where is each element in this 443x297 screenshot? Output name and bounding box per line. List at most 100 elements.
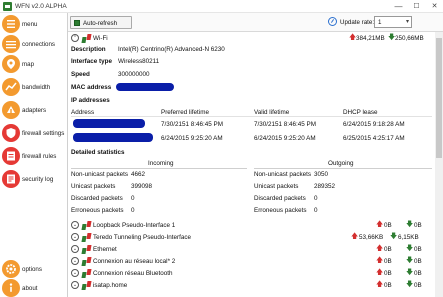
chevron-down-icon[interactable]: ⌄: [71, 233, 79, 241]
connections-icon: [2, 35, 20, 53]
menu-icon: [2, 15, 20, 33]
firewall-settings-icon: [2, 124, 20, 142]
preferred-lifetime: 6/24/2015 9:25:20 AM: [161, 135, 223, 142]
list-item[interactable]: ⌄ isatap.home 🡅 0B 🡇 0B: [68, 280, 435, 291]
sidebar-item-label: adapters: [22, 107, 47, 114]
description-label: Description: [71, 46, 106, 53]
adapters-list: ⌃ Wi-Fi 🡅 384,21MB 🡇 250,66MB Descriptio…: [68, 32, 435, 297]
list-item[interactable]: ⌄ Teredo Tunneling Pseudo-Interface 🡅 53…: [68, 232, 435, 243]
sidebar-item-bandwidth[interactable]: bandwidth: [0, 76, 68, 100]
collapse-chevron-icon[interactable]: ⌃: [71, 34, 79, 42]
stat-value: 0: [131, 195, 135, 202]
adapter-name: Wi-Fi: [93, 35, 108, 42]
download-arrow-icon: 🡇: [406, 281, 414, 288]
update-rate-select[interactable]: 1 ▾: [374, 16, 412, 28]
chevron-down-icon[interactable]: ⌄: [71, 221, 79, 229]
network-activity-icon: [81, 269, 92, 278]
valid-lifetime: 7/30/2151 8:46:45 PM: [254, 121, 316, 128]
sidebar-item-label: bandwidth: [22, 84, 51, 91]
column-header: Valid lifetime: [254, 109, 290, 116]
bandwidth-icon: [2, 78, 20, 96]
chevron-down-icon: ▾: [405, 19, 409, 25]
adapter-upload: 0B: [384, 258, 392, 265]
gear-icon: [2, 260, 20, 278]
close-button[interactable]: ✕: [426, 0, 443, 13]
sidebar: menu connections map bandwidth adapters …: [0, 13, 68, 297]
network-activity-icon: [81, 257, 92, 266]
adapter-download: 0B: [414, 270, 422, 277]
stat-label: Unicast packets: [254, 183, 299, 190]
divider: [71, 168, 247, 169]
interface-type-value: Wireless80211: [118, 58, 160, 65]
sidebar-item-label: about: [22, 285, 38, 292]
sidebar-item-about[interactable]: about: [0, 277, 68, 297]
chevron-down-icon[interactable]: ⌄: [71, 281, 79, 289]
maximize-button[interactable]: ☐: [408, 0, 425, 13]
network-activity-icon: [81, 233, 92, 242]
stat-label: Non-unicast packets: [254, 171, 312, 178]
sidebar-item-map[interactable]: map: [0, 53, 68, 77]
redaction-mark: [73, 119, 145, 128]
upload-arrow-icon: 🡅: [376, 245, 384, 252]
adapter-upload: 53,66KB: [359, 234, 384, 241]
network-activity-icon: [81, 34, 92, 43]
list-item[interactable]: ⌄ Connexion réseau Bluetooth 🡅 0B 🡇 0B: [68, 268, 435, 279]
stat-label: Discarded packets: [71, 195, 123, 202]
stat-label: Discarded packets: [254, 195, 306, 202]
stat-value: 289352: [314, 183, 336, 190]
minimize-button[interactable]: —: [390, 0, 407, 13]
other-adapters: ⌄ Loopback Pseudo-Interface 1 🡅 0B 🡇 0B …: [68, 217, 435, 297]
speed-value: 300000000: [118, 71, 150, 78]
upload-arrow-icon: 🡅: [351, 233, 359, 240]
list-item[interactable]: ⌄ Ethernet 🡅 0B 🡇 0B: [68, 244, 435, 255]
stat-label: Erroneous packets: [254, 207, 307, 214]
sidebar-item-label: menu: [22, 21, 38, 28]
chevron-down-icon[interactable]: ⌄: [71, 245, 79, 253]
network-activity-icon: [81, 281, 92, 290]
auto-refresh-button[interactable]: Auto-refresh: [70, 16, 132, 29]
adapter-upload: 0B: [384, 270, 392, 277]
info-icon: [2, 279, 20, 297]
adapter-download: 6,15KB: [398, 234, 419, 241]
toolbar: Auto-refresh Update rate: 1 ▾: [68, 13, 443, 32]
sidebar-item-label: options: [22, 266, 42, 273]
sidebar-item-label: security log: [22, 176, 54, 183]
chevron-down-icon[interactable]: ⌄: [71, 269, 79, 277]
checkbox-checked-icon: [74, 20, 80, 26]
sidebar-item-adapters[interactable]: adapters: [0, 99, 68, 123]
adapters-icon: [2, 101, 20, 119]
title-bar: WFN v2.0 ALPHA — ☐ ✕: [0, 0, 443, 13]
download-arrow-icon: 🡇: [390, 233, 398, 240]
dhcp-lease: 6/25/2015 4:25:17 AM: [343, 135, 405, 142]
adapter-download: 250,66MB: [395, 35, 424, 42]
valid-lifetime: 6/24/2015 9:25:20 AM: [254, 135, 316, 142]
adapter-name: Connexion réseau Bluetooth: [93, 270, 173, 277]
scrollbar-thumb[interactable]: [436, 38, 442, 158]
adapter-upload: 384,21MB: [356, 35, 385, 42]
redaction-mark: [116, 83, 174, 91]
adapter-name: Loopback Pseudo-Interface 1: [93, 222, 176, 229]
preferred-lifetime: 7/30/2151 8:46:45 PM: [161, 121, 223, 128]
download-arrow-icon: 🡇: [406, 257, 414, 264]
outgoing-title: Outgoing: [328, 160, 354, 167]
sidebar-item-firewall-settings[interactable]: firewall settings: [0, 122, 68, 146]
list-item[interactable]: ⌄ Connexion au réseau local* 2 🡅 0B 🡇 0B: [68, 256, 435, 267]
adapter-download: 0B: [414, 258, 422, 265]
adapter-download: 0B: [414, 282, 422, 289]
update-rate-value: 1: [378, 19, 382, 26]
upload-arrow-icon: 🡅: [376, 221, 384, 228]
list-item[interactable]: ⌄ Loopback Pseudo-Interface 1 🡅 0B 🡇 0B: [68, 220, 435, 231]
stat-label: Erroneous packets: [71, 207, 124, 214]
sidebar-item-firewall-rules[interactable]: firewall rules: [0, 145, 68, 169]
column-header: DHCP lease: [343, 109, 378, 116]
map-icon: [2, 55, 20, 73]
adapter-upload: 0B: [384, 246, 392, 253]
adapter-upload: 0B: [384, 222, 392, 229]
vertical-scrollbar[interactable]: [435, 32, 443, 297]
chevron-down-icon[interactable]: ⌄: [71, 257, 79, 265]
adapter-download: 0B: [414, 222, 422, 229]
stat-value: 0: [314, 207, 318, 214]
adapter-name: Connexion au réseau local* 2: [93, 258, 176, 265]
auto-refresh-label: Auto-refresh: [83, 20, 118, 27]
sidebar-item-security-log[interactable]: security log: [0, 168, 68, 192]
